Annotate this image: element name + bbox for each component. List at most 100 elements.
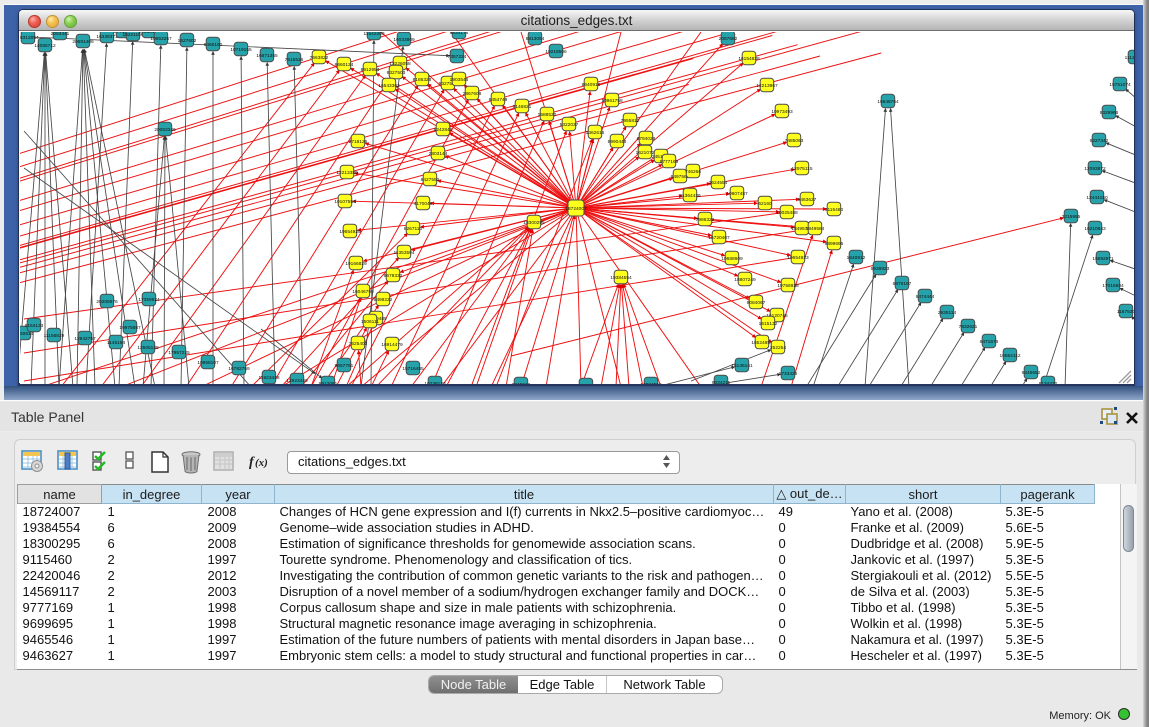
svg-text:7663822: 7663822 — [310, 55, 329, 61]
svg-text:3624554: 3624554 — [709, 180, 728, 186]
svg-text:11542209: 11542209 — [364, 32, 385, 37]
svg-text:1145194: 1145194 — [107, 340, 126, 346]
svg-text:12213389: 12213389 — [336, 170, 358, 176]
svg-text:7357224: 7357224 — [448, 54, 467, 60]
svg-text:9777169: 9777169 — [660, 159, 679, 165]
svg-text:18807249: 18807249 — [734, 277, 756, 283]
svg-text:10238123: 10238123 — [424, 381, 446, 384]
svg-text:9084067: 9084067 — [747, 300, 766, 306]
svg-text:(x): (x) — [255, 457, 268, 469]
svg-text:17016504: 17016504 — [1102, 283, 1124, 289]
svg-text:10653257: 10653257 — [150, 36, 172, 42]
svg-text:2087682: 2087682 — [719, 36, 738, 42]
svg-text:15692971: 15692971 — [1092, 256, 1114, 262]
svg-text:14055712: 14055712 — [34, 43, 56, 49]
svg-text:18300295: 18300295 — [523, 220, 545, 226]
svg-text:10719155: 10719155 — [230, 47, 252, 53]
svg-text:10654112: 10654112 — [1000, 353, 1021, 359]
svg-text:16543362: 16543362 — [378, 83, 400, 89]
svg-text:11156829: 11156829 — [44, 333, 65, 339]
svg-text:15720407: 15720407 — [708, 235, 730, 241]
svg-text:11220443: 11220443 — [576, 383, 597, 384]
svg-text:20206576: 20206576 — [96, 299, 118, 305]
svg-text:7986322: 7986322 — [696, 217, 715, 223]
svg-text:9115460: 9115460 — [825, 207, 844, 213]
svg-text:9474444: 9474444 — [916, 294, 935, 300]
svg-text:2718126: 2718126 — [349, 139, 368, 145]
svg-text:10688609: 10688609 — [721, 256, 743, 262]
svg-text:7955812: 7955812 — [621, 118, 640, 124]
svg-text:10961758: 10961758 — [601, 98, 623, 104]
svg-text:16210643: 16210643 — [1084, 226, 1106, 232]
svg-text:7832621: 7832621 — [959, 324, 978, 330]
svg-text:1733426: 1733426 — [779, 371, 798, 377]
svg-text:16033809: 16033809 — [393, 37, 415, 43]
svg-text:6794028: 6794028 — [637, 136, 656, 142]
svg-text:5322037: 5322037 — [560, 122, 579, 128]
svg-text:6938923: 6938923 — [871, 266, 890, 272]
svg-text:8660124: 8660124 — [335, 62, 354, 68]
svg-text:9845512: 9845512 — [512, 382, 531, 384]
svg-text:746266: 746266 — [685, 169, 701, 175]
svg-text:15716485: 15716485 — [402, 366, 424, 372]
svg-text:19384554: 19384554 — [610, 275, 632, 281]
svg-text:10958107: 10958107 — [197, 360, 219, 366]
svg-text:8267110: 8267110 — [404, 226, 423, 232]
svg-text:10107554: 10107554 — [334, 199, 356, 205]
svg-text:9146821: 9146821 — [513, 104, 532, 110]
svg-text:1903546: 1903546 — [450, 77, 469, 83]
svg-text:17359924: 17359924 — [138, 297, 160, 303]
svg-text:2803144: 2803144 — [429, 151, 448, 157]
svg-text:12093872: 12093872 — [1084, 166, 1106, 172]
svg-text:6466160: 6466160 — [204, 42, 223, 48]
svg-text:1362615: 1362615 — [586, 130, 605, 136]
svg-text:1588520: 1588520 — [538, 112, 557, 118]
svg-text:19975887: 19975887 — [119, 325, 141, 331]
svg-text:252254: 252254 — [770, 345, 786, 351]
svg-text:16782759: 16782759 — [228, 366, 250, 372]
svg-text:12505135: 12505135 — [137, 345, 159, 351]
svg-text:1615132: 1615132 — [759, 321, 778, 327]
svg-text:11353594: 11353594 — [394, 250, 415, 256]
svg-text:7515526: 7515526 — [285, 57, 304, 63]
svg-text:1506111: 1506111 — [361, 319, 379, 325]
svg-text:5498222: 5498222 — [374, 297, 393, 303]
svg-text:18724007: 18724007 — [565, 206, 587, 212]
svg-text:2867608: 2867608 — [463, 91, 482, 97]
svg-text:8454749: 8454749 — [489, 97, 508, 103]
svg-text:2093341: 2093341 — [51, 32, 70, 37]
svg-text:8640910: 8640910 — [582, 82, 601, 88]
svg-text:19654925: 19654925 — [339, 229, 361, 235]
svg-text:8912954: 8912954 — [361, 67, 380, 73]
svg-text:9657791: 9657791 — [335, 363, 354, 369]
svg-text:9227342: 9227342 — [1090, 138, 1109, 144]
svg-text:9242848: 9242848 — [434, 127, 453, 133]
svg-text:1527602: 1527602 — [178, 38, 197, 44]
svg-text:9463627: 9463627 — [798, 197, 817, 203]
svg-text:8471676: 8471676 — [980, 339, 999, 345]
svg-text:20691406: 20691406 — [72, 39, 94, 45]
svg-text:8134420: 8134420 — [1039, 381, 1058, 384]
svg-text:8678332: 8678332 — [384, 273, 403, 279]
svg-text:11923448: 11923448 — [259, 375, 280, 381]
svg-text:8990448: 8990448 — [608, 139, 627, 145]
svg-text:12942757: 12942757 — [74, 336, 96, 342]
svg-text:16154838: 16154838 — [738, 56, 760, 62]
svg-text:7625402: 7625402 — [349, 341, 368, 347]
svg-text:2935114: 2935114 — [938, 310, 957, 316]
svg-text:10973493: 10973493 — [771, 109, 793, 115]
svg-text:8186328: 8186328 — [413, 77, 432, 83]
svg-text:7485063: 7485063 — [785, 138, 804, 144]
svg-text:8813054: 8813054 — [526, 36, 545, 42]
svg-text:19756928: 19756928 — [777, 283, 799, 289]
svg-text:10807487: 10807487 — [726, 191, 748, 197]
svg-text:1849584: 1849584 — [806, 226, 825, 232]
svg-text:10025488: 10025488 — [776, 210, 798, 216]
svg-text:1167530: 1167530 — [1117, 309, 1134, 315]
svg-text:12084556: 12084556 — [640, 382, 662, 384]
svg-text:19654923: 19654923 — [787, 255, 809, 261]
svg-text:17957225: 17957225 — [168, 350, 190, 356]
svg-text:8834176: 8834176 — [450, 32, 469, 36]
svg-text:6879197: 6879197 — [893, 281, 912, 287]
svg-text:9245652: 9245652 — [1022, 370, 1041, 376]
